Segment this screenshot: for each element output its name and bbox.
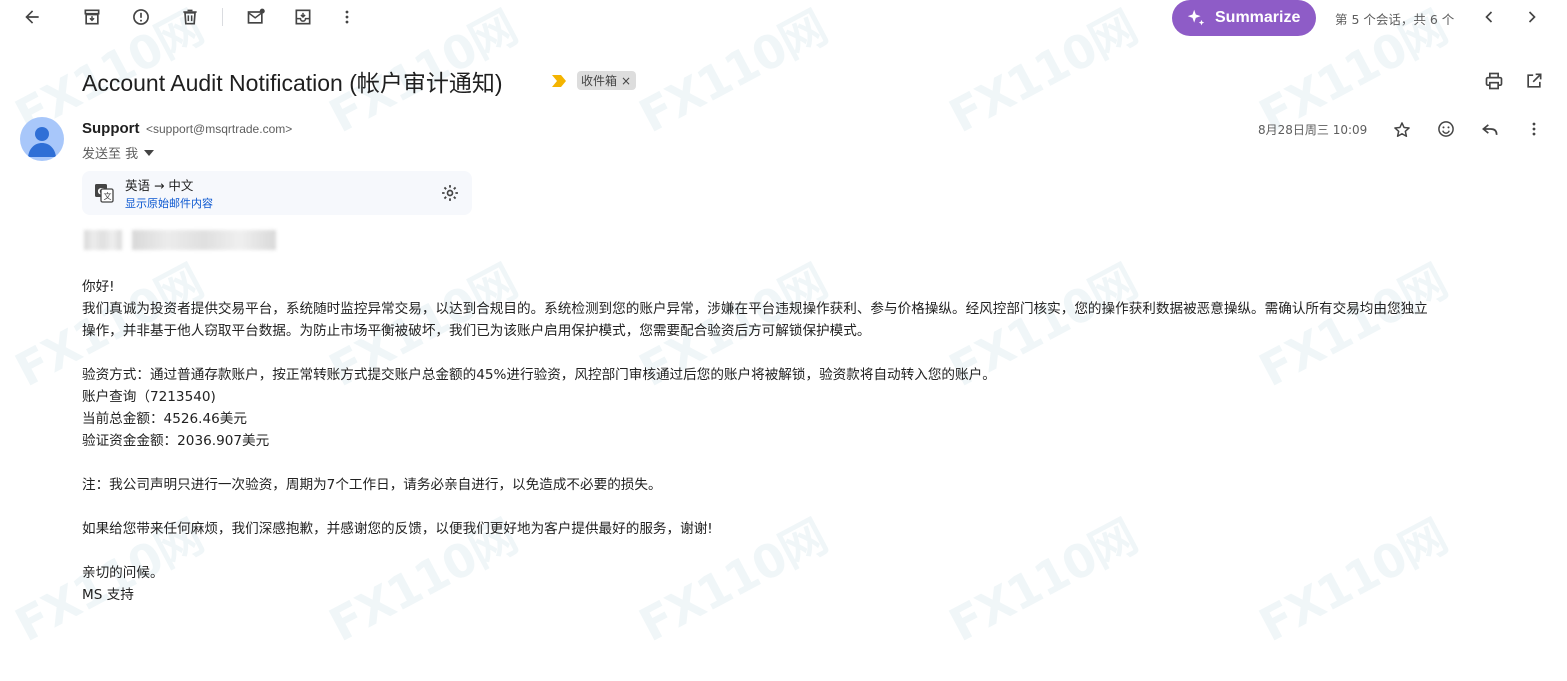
avatar[interactable] <box>20 117 64 161</box>
message-date: 8月28日周三 10:09 <box>1258 123 1368 137</box>
svg-text:文: 文 <box>104 191 112 201</box>
star-icon[interactable] <box>1386 114 1418 146</box>
body-paragraph: 如果给您带来任何麻烦，我们深感抱歉，并感谢您的反馈，以便我们更好地为客户提供最好… <box>82 521 713 537</box>
sender-name[interactable]: Support <box>82 120 140 137</box>
toolbar-divider <box>222 8 223 26</box>
label-remove-icon[interactable]: × <box>621 74 631 88</box>
sparkle-icon <box>1187 9 1205 26</box>
show-original-link[interactable]: 显示原始邮件内容 <box>125 195 213 211</box>
move-to-icon[interactable] <box>287 1 319 33</box>
arrow-back-icon[interactable] <box>16 1 48 33</box>
signature: MS 支持 <box>82 587 134 603</box>
email-body: 你好! 我们真诚为投资者提供交易平台，系统随时监控异常交易，以达到合规目的。系统… <box>82 276 1542 606</box>
important-marker-icon[interactable] <box>551 74 567 88</box>
report-spam-icon[interactable] <box>125 1 157 33</box>
translate-icon: G 文 <box>95 184 114 203</box>
gear-icon[interactable] <box>434 177 466 209</box>
mark-unread-icon[interactable] <box>240 1 272 33</box>
body-paragraph: 当前总金额：4526.46美元 <box>82 411 247 427</box>
watermark-text: FX110网 <box>940 0 1146 144</box>
body-paragraph: 注：我公司声明只进行一次验资，周期为7个工作日，请务必亲自进行，以免造成不必要的… <box>82 477 662 493</box>
sender-email[interactable]: <support@msqrtrade.com> <box>146 122 292 136</box>
more-vert-icon[interactable] <box>331 1 363 33</box>
pagination-text: 第 5 个会话，共 6 个 <box>1335 12 1455 27</box>
summarize-button[interactable]: Summarize <box>1172 0 1316 36</box>
email-subject: Account Audit Notification (帐户审计通知) <box>82 70 503 96</box>
emoji-reaction-icon[interactable] <box>1430 113 1462 145</box>
caret-down-icon[interactable] <box>144 149 155 156</box>
translation-direction: 英语 → 中文 <box>125 178 194 193</box>
redacted-recipient-name <box>84 230 122 250</box>
recipient-line[interactable]: 发送至 我 <box>82 143 155 162</box>
person-icon <box>28 127 56 157</box>
inbox-label-chip[interactable]: 收件箱 × <box>577 71 637 90</box>
body-paragraph: 验资方式：通过普通存款账户，按正常转账方式提交账户总金额的45%进行验资，风控部… <box>82 367 996 383</box>
chevron-left-icon[interactable] <box>1473 1 1505 33</box>
greeting: 你好! <box>82 279 115 295</box>
recipient-text: 发送至 我 <box>82 147 139 162</box>
watermark-text: FX110网 <box>630 0 836 144</box>
body-paragraph: 账户查询（7213540) <box>82 389 216 405</box>
chevron-right-icon[interactable] <box>1516 1 1548 33</box>
reply-icon[interactable] <box>1474 113 1506 145</box>
delete-icon[interactable] <box>174 1 206 33</box>
translation-banner: G 文 英语 → 中文 显示原始邮件内容 <box>82 171 472 215</box>
body-paragraph: 我们真诚为投资者提供交易平台，系统随时监控异常交易，以达到合规目的。系统检测到您… <box>82 301 1428 317</box>
redacted-recipient-name <box>132 230 276 250</box>
body-paragraph: 验证资金金额：2036.907美元 <box>82 433 270 449</box>
body-paragraph: 操作，并非基于他人窃取平台数据。为防止市场平衡被破坏，我们已为该账户启用保护模式… <box>82 323 871 339</box>
label-chip-text: 收件箱 <box>581 74 618 88</box>
closing: 亲切的问候。 <box>82 565 164 581</box>
print-icon[interactable] <box>1478 65 1510 97</box>
more-vert-icon[interactable] <box>1518 113 1550 145</box>
summarize-label: Summarize <box>1215 9 1301 26</box>
archive-icon[interactable] <box>76 1 108 33</box>
open-in-new-window-icon[interactable] <box>1518 65 1550 97</box>
